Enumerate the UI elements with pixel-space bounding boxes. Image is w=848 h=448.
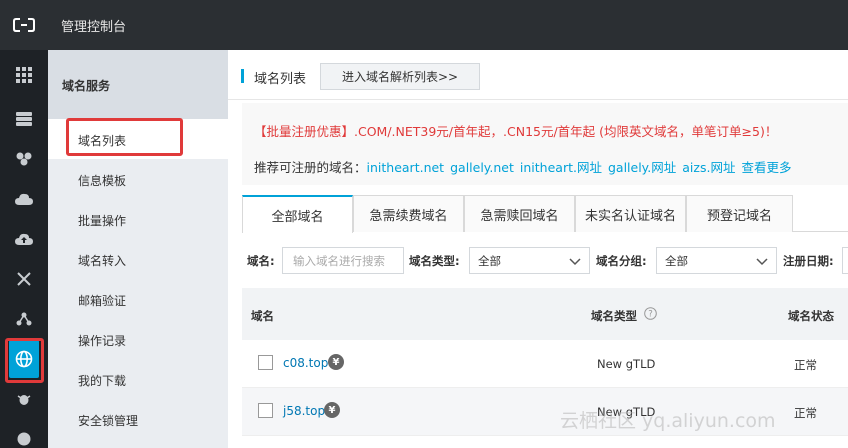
sub-navigation: 域名服务 域名列表 信息模板 批量操作 域名转入 邮箱验证 操作记录 我的下载 … — [48, 50, 228, 448]
subnav-item-op-log[interactable]: 操作记录 — [48, 319, 228, 359]
tab-redeem-urgent[interactable]: 急需赎回域名 — [464, 195, 575, 232]
row-checkbox[interactable] — [258, 403, 273, 418]
top-bar: 管理控制台 — [0, 0, 848, 50]
chevron-down-icon — [569, 258, 581, 266]
highlight-box-rail — [5, 338, 44, 383]
recommended-domains: 推荐可注册的域名：initheart.net gallely.net inithea… — [254, 157, 791, 176]
promo-banner: 【批量注册优惠】.COM/.NET39元/首年起，.CN15元/首年起 (均限英… — [242, 103, 848, 185]
subnav-item-label: 域名转入 — [78, 254, 127, 268]
subnav-item-label: 邮箱验证 — [78, 294, 127, 308]
domain-search-input[interactable]: 输入域名进行搜索 — [282, 247, 404, 274]
group-select-value: 全部 — [665, 253, 688, 268]
subnav-item-label: 操作记录 — [78, 334, 127, 348]
recommended-domain-link[interactable]: gallely.网址 — [608, 160, 676, 175]
dns-list-button[interactable]: 进入域名解析列表>> — [320, 63, 480, 90]
grid-menu-icon[interactable] — [0, 55, 48, 95]
cloud-upload-icon[interactable] — [0, 219, 48, 259]
title-accent-bar — [241, 69, 244, 83]
recommended-domain-link[interactable]: aizs.网址 — [682, 160, 735, 175]
circle-icon[interactable] — [0, 419, 48, 448]
column-domain: 域名 — [251, 309, 274, 323]
bug-icon[interactable] — [0, 379, 48, 419]
promo-text[interactable]: 【批量注册优惠】.COM/.NET39元/首年起，.CN15元/首年起 (均限英… — [254, 121, 777, 140]
server-icon[interactable] — [0, 99, 48, 139]
recommended-domain-link[interactable]: initheart.网址 — [520, 160, 602, 175]
subnav-item-label: 批量操作 — [78, 214, 127, 228]
subnav-item-label: 安全锁管理 — [78, 414, 139, 428]
nodes-icon[interactable] — [0, 299, 48, 339]
yen-price-icon[interactable]: ¥ — [324, 402, 340, 418]
table-row: c08.top ¥ New gTLD 正常 — [242, 340, 848, 388]
recommended-domain-link[interactable]: initheart.net — [367, 160, 445, 175]
domain-status: 正常 — [794, 406, 817, 420]
table-header: 域名 域名类型 ? 域名状态 — [242, 288, 848, 340]
chevron-down-icon — [756, 258, 768, 266]
network-icon[interactable] — [0, 259, 48, 299]
tab-preregistered[interactable]: 预登记域名 — [686, 195, 793, 232]
see-more-link[interactable]: 查看更多 — [741, 160, 791, 175]
subnav-header: 域名服务 — [48, 50, 228, 119]
domain-tabs: 全部域名 急需续费域名 急需赎回域名 未实名认证域名 预登记域名 — [242, 195, 848, 233]
subnav-item-batch-ops[interactable]: 批量操作 — [48, 199, 228, 239]
domain-link[interactable]: c08.top — [283, 356, 328, 370]
cluster-icon[interactable] — [0, 139, 48, 179]
filter-bar: 域名: 输入域名进行搜索 域名类型: 全部 域名分组: 全部 注册日期: — [228, 240, 848, 282]
type-select[interactable]: 全部 — [469, 247, 590, 274]
domain-link[interactable]: j58.top — [283, 404, 325, 418]
tab-unverified[interactable]: 未实名认证域名 — [575, 195, 686, 232]
console-title: 管理控制台 — [61, 20, 127, 35]
icon-rail — [0, 50, 48, 448]
recommended-label: 推荐可注册的域名： — [254, 160, 367, 175]
group-select[interactable]: 全部 — [656, 247, 777, 274]
svg-text:?: ? — [648, 310, 653, 320]
domain-type: New gTLD — [597, 357, 656, 371]
column-type: 域名类型 — [591, 309, 637, 323]
subnav-item-info-template[interactable]: 信息模板 — [48, 159, 228, 199]
row-checkbox[interactable] — [258, 355, 273, 370]
help-icon[interactable]: ? — [644, 307, 657, 320]
subnav-item-downloads[interactable]: 我的下载 — [48, 359, 228, 399]
page-title: 域名列表 — [254, 72, 307, 87]
recommended-domain-link[interactable]: gallely.net — [450, 160, 514, 175]
main-content: 域名列表 进入域名解析列表>> 【批量注册优惠】.COM/.NET39元/首年起… — [228, 50, 848, 448]
domain-status: 正常 — [794, 358, 817, 372]
watermark: 云栖社区 yq.aliyun.com — [560, 410, 776, 432]
page-header: 域名列表 进入域名解析列表>> — [228, 50, 848, 100]
cloud-icon[interactable] — [0, 179, 48, 219]
date-filter-label: 注册日期: — [783, 254, 834, 268]
tab-all-domains[interactable]: 全部域名 — [242, 195, 353, 233]
tab-renew-urgent[interactable]: 急需续费域名 — [353, 195, 464, 232]
subnav-item-label: 我的下载 — [78, 374, 127, 388]
type-select-value: 全部 — [478, 253, 501, 268]
subnav-item-label: 信息模板 — [78, 174, 127, 188]
subnav-item-email-verify[interactable]: 邮箱验证 — [48, 279, 228, 319]
group-filter-label: 域名分组: — [596, 254, 647, 268]
subnav-header-label: 域名服务 — [62, 79, 111, 93]
yen-price-icon[interactable]: ¥ — [328, 354, 344, 370]
subnav-item-security-lock[interactable]: 安全锁管理 — [48, 399, 228, 439]
column-status: 域名状态 — [788, 309, 834, 323]
aliyun-logo-icon[interactable] — [0, 0, 48, 50]
type-filter-label: 域名类型: — [409, 254, 460, 268]
subnav-item-transfer-in[interactable]: 域名转入 — [48, 239, 228, 279]
date-input[interactable] — [842, 247, 848, 274]
domain-filter-label: 域名: — [247, 254, 275, 268]
highlight-box-nav — [66, 118, 183, 156]
